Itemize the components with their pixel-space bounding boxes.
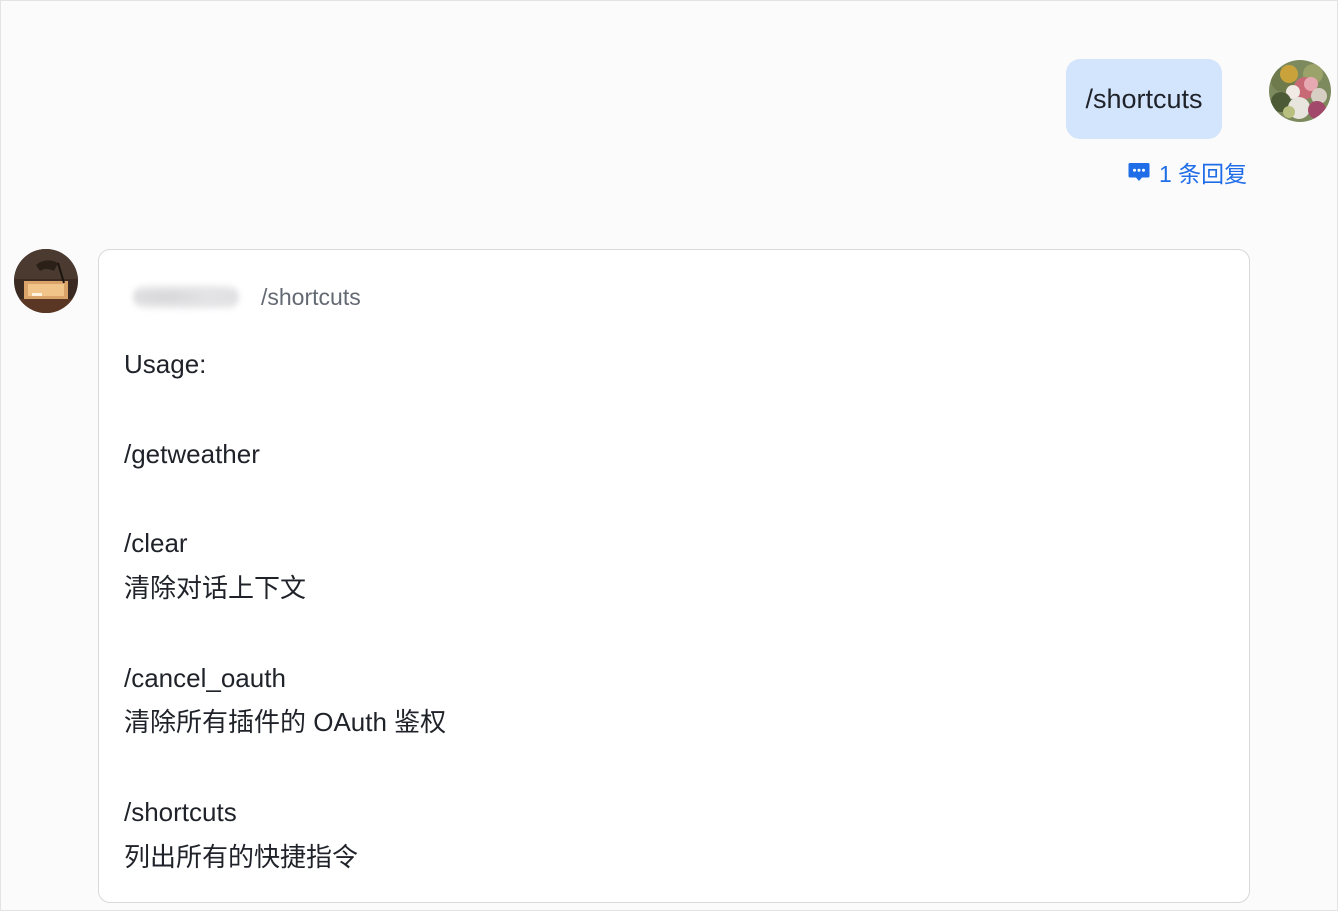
reply-count-link[interactable]: 1 条回复: [1127, 158, 1248, 187]
bot-avatar-lamp-desk-icon: [14, 249, 78, 313]
bot-avatar[interactable]: [14, 249, 78, 313]
command-name: /shortcuts: [124, 796, 237, 827]
comment-icon: [1128, 163, 1150, 181]
user-avatar[interactable]: [1269, 60, 1331, 122]
chat-window: /shortcuts 1 条回复 /shortcuts Usage: /getw…: [0, 0, 1338, 911]
command-name: /cancel_oauth: [124, 662, 286, 693]
user-message-text: /shortcuts: [1085, 83, 1203, 114]
blurred-username: [133, 284, 239, 310]
command-name: /clear: [124, 528, 188, 559]
command-name: /getweather: [124, 438, 260, 469]
command-description: 清除对话上下文: [124, 572, 307, 603]
user-message-bubble[interactable]: /shortcuts: [1066, 59, 1222, 139]
quoted-message[interactable]: /shortcuts: [133, 280, 361, 314]
command-description: 清除所有插件的 OAuth 鉴权: [124, 707, 447, 738]
bot-message-card: /shortcuts Usage: /getweather /clear 清除对…: [98, 249, 1250, 903]
usage-content: Usage: /getweather /clear 清除对话上下文 /cance…: [124, 342, 446, 880]
command-description: 列出所有的快捷指令: [124, 841, 359, 872]
usage-title: Usage:: [124, 349, 207, 379]
reply-count-label: 1 条回复: [1159, 161, 1248, 187]
user-avatar-flowers-icon: [1269, 60, 1331, 122]
quoted-command: /shortcuts: [261, 283, 361, 310]
